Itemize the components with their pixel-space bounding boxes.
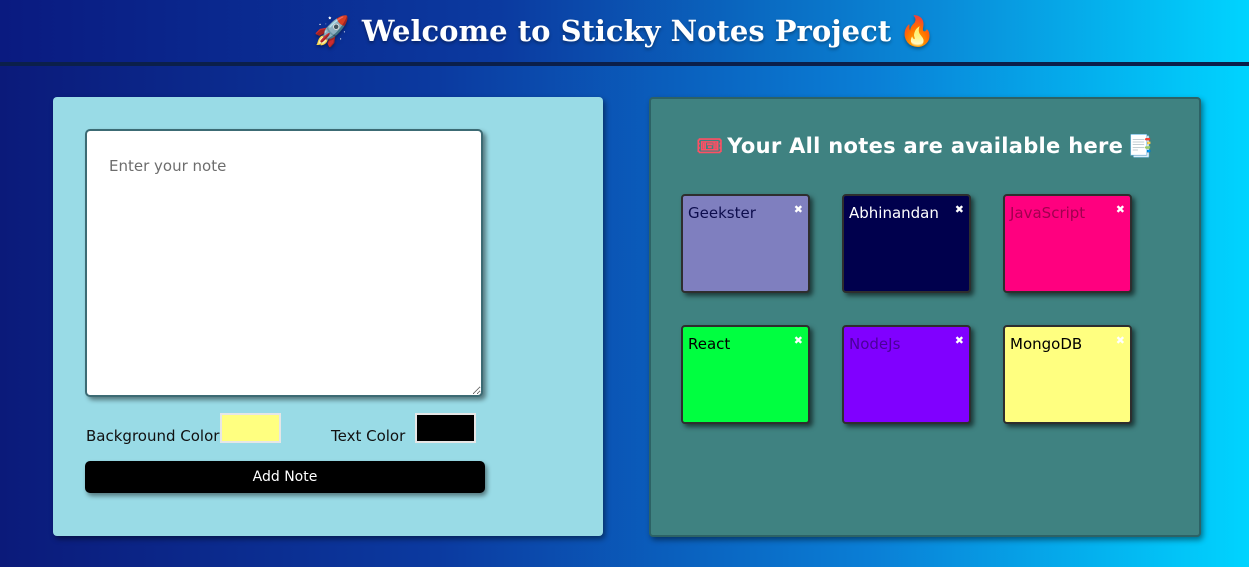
note-card[interactable]: Abhinandan ✖ — [842, 194, 971, 293]
close-icon[interactable]: ✖ — [794, 204, 803, 215]
note-card[interactable]: Geekster ✖ — [681, 194, 810, 293]
note-text: NodeJs — [849, 335, 901, 353]
page-title: Welcome to Sticky Notes Project — [361, 14, 892, 48]
notes-heading-text: Your All notes are available here — [727, 134, 1124, 158]
note-card[interactable]: NodeJs ✖ — [842, 325, 971, 424]
ticket-icon: 🎟 — [696, 134, 724, 158]
close-icon[interactable]: ✖ — [955, 335, 964, 346]
close-icon[interactable]: ✖ — [1116, 335, 1125, 346]
note-text: Abhinandan — [849, 204, 939, 222]
note-text: Geekster — [688, 204, 756, 222]
note-card[interactable]: MongoDB ✖ — [1003, 325, 1132, 424]
rocket-icon: 🚀 — [313, 13, 350, 48]
notes-panel: 🎟 Your All notes are available here 📑 Geek… — [649, 97, 1201, 537]
notes-heading: 🎟 Your All notes are available here 📑 — [651, 134, 1199, 159]
background-color-picker[interactable] — [220, 413, 281, 443]
notepad-icon: 📑 — [1127, 134, 1154, 158]
note-text: React — [688, 335, 731, 353]
note-text: JavaScript — [1010, 204, 1086, 222]
close-icon[interactable]: ✖ — [794, 335, 803, 346]
text-color-picker[interactable] — [415, 413, 476, 443]
note-textarea[interactable] — [85, 129, 483, 397]
note-card[interactable]: JavaScript ✖ — [1003, 194, 1132, 293]
note-card[interactable]: React ✖ — [681, 325, 810, 424]
note-editor-panel: Background Color Text Color Add Note — [53, 97, 603, 536]
add-note-button[interactable]: Add Note — [85, 461, 485, 493]
page-header: 🚀 Welcome to Sticky Notes Project 🔥 — [0, 0, 1249, 66]
fire-icon: 🔥 — [899, 13, 936, 48]
close-icon[interactable]: ✖ — [1116, 204, 1125, 215]
text-color-label: Text Color — [331, 427, 406, 445]
note-text: MongoDB — [1010, 335, 1083, 353]
close-icon[interactable]: ✖ — [955, 204, 964, 215]
background-color-label: Background Color — [86, 427, 220, 445]
